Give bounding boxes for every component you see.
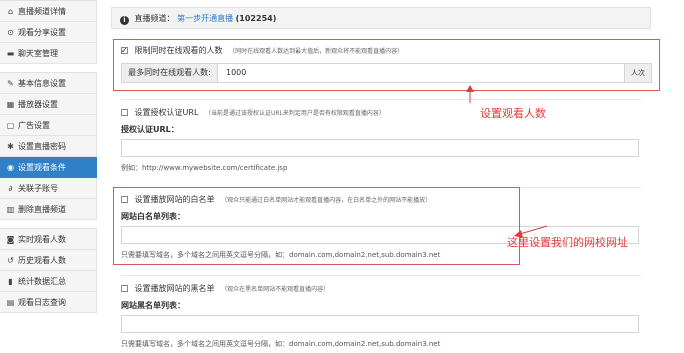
pencil-icon: ✎ <box>7 79 14 88</box>
header-prefix: 直播频道： <box>134 14 175 23</box>
auth-url-hint: （当前是通过该授权认证URL来判定用户是否有权限观看直播内容） <box>204 110 385 117</box>
divider <box>121 275 641 276</box>
annotation-viewers: 设置观看人数 <box>480 107 546 120</box>
sidebar-item-label: 观看分享设置 <box>18 28 66 37</box>
sidebar-item[interactable]: ▢ 广告设置 <box>0 115 97 136</box>
sidebar-item-label: 删除直播频道 <box>18 205 66 214</box>
sidebar-group-stats: ◙ 实时观看人数 ↺ 历史观看人数 ▮ 统计数据汇总 ▤ 观看日志查询 <box>0 228 97 313</box>
sidebar-item-label: 观看日志查询 <box>18 298 66 307</box>
sidebar-item-label: 设置直播密码 <box>18 142 66 151</box>
sidebar-item-label: 基本信息设置 <box>18 79 66 88</box>
realtime-icon: ◙ <box>6 235 15 244</box>
trash-icon: ▥ <box>6 205 15 214</box>
channel-id: (102254) <box>235 14 277 23</box>
ad-icon: ▢ <box>6 121 15 130</box>
chat-icon: ▬ <box>6 49 15 58</box>
channel-link[interactable]: 第一步开通直播 <box>177 14 233 23</box>
sidebar-item-label: 统计数据汇总 <box>18 277 66 286</box>
share-icon: ⊙ <box>7 28 14 37</box>
sidebar-item[interactable]: ◙ 实时观看人数 <box>0 229 97 250</box>
sidebar-item[interactable]: ✎ 基本信息设置 <box>0 73 97 94</box>
blacklist-field-label: 网站黑名单列表： <box>121 301 185 310</box>
blacklist-hint: （观众在黑名单网站不能观看直播内容） <box>221 286 330 293</box>
sidebar-group-settings: ✎ 基本信息设置 ▦ 播放器设置 ▢ 广告设置 ✱ 设置直播密码 ◉ 设置观看条件 ∂ 关联子账号 ▥ 删… <box>0 72 97 220</box>
blacklist-input[interactable] <box>121 315 639 333</box>
sidebar-item[interactable]: ◉ 设置观看条件 <box>0 157 97 178</box>
sidebar-item[interactable]: ▤ 观看日志查询 <box>0 292 97 313</box>
sidebar-item[interactable]: ⊙ 观看分享设置 <box>0 22 97 43</box>
sidebar-item[interactable]: ▬ 聊天室管理 <box>0 43 97 64</box>
sidebar-item-label: 广告设置 <box>18 121 50 130</box>
gear-icon: ✱ <box>7 142 14 151</box>
sidebar-item[interactable]: ✱ 设置直播密码 <box>0 136 97 157</box>
auth-url-field-label: 授权认证URL： <box>121 125 179 134</box>
divider <box>121 99 641 100</box>
sidebar-item-label: 聊天室管理 <box>18 49 58 58</box>
eye-icon: ◉ <box>7 163 14 172</box>
sidebar-item[interactable]: ∂ 关联子账号 <box>0 178 97 199</box>
home-icon: ⌂ <box>7 7 14 16</box>
sidebar-item-label: 设置观看条件 <box>18 163 66 172</box>
link-icon: ∂ <box>8 184 13 193</box>
blacklist-section: 设置播放网站的黑名单 （观众在黑名单网站不能观看直播内容） 网站黑名单列表： 只… <box>121 283 641 349</box>
sidebar: ⌂ 直播频道详情 ⊙ 观看分享设置 ▬ 聊天室管理 ✎ 基本信息设置 ▦ 播放器设置 ▢ 广告设置 ✱… <box>0 0 97 353</box>
annotation-whitelist: 这里设置我们的网校网址 <box>507 236 628 249</box>
sidebar-item-label: 实时观看人数 <box>18 235 66 244</box>
auth-url-label: 设置授权认证URL <box>134 108 199 117</box>
sidebar-item[interactable]: ▥ 删除直播频道 <box>0 199 97 220</box>
log-icon: ▤ <box>6 298 15 307</box>
stats-icon: ▮ <box>8 277 13 286</box>
sidebar-item-label: 历史观看人数 <box>18 256 66 265</box>
auth-url-example: 例如：http://www.mywebsite.com/certificate.… <box>121 164 288 172</box>
sidebar-item-label: 关联子账号 <box>18 184 58 193</box>
annotation-box-whitelist <box>113 187 520 265</box>
auth-url-input[interactable] <box>121 139 639 157</box>
sidebar-item-label: 播放器设置 <box>18 100 58 109</box>
auth-url-section: 设置授权认证URL （当前是通过该授权认证URL来判定用户是否有权限观看直播内容… <box>121 107 641 173</box>
player-icon: ▦ <box>6 100 15 109</box>
history-icon: ↺ <box>7 256 14 265</box>
sidebar-item[interactable]: ▦ 播放器设置 <box>0 94 97 115</box>
sidebar-item[interactable]: ⌂ 直播频道详情 <box>0 1 97 22</box>
auth-url-checkbox[interactable] <box>121 109 128 116</box>
info-icon: i <box>120 16 129 25</box>
sidebar-group-channel: ⌂ 直播频道详情 ⊙ 观看分享设置 ▬ 聊天室管理 <box>0 0 97 64</box>
blacklist-label: 设置播放网站的黑名单 <box>134 284 215 293</box>
annotation-box-viewers <box>113 39 660 91</box>
page-header: i 直播频道： 第一步开通直播 (102254) <box>111 7 651 29</box>
sidebar-item[interactable]: ↺ 历史观看人数 <box>0 250 97 271</box>
blacklist-help: 只需要填写域名，多个域名之间用英文逗号分隔，如：domain.com,domai… <box>121 340 441 348</box>
blacklist-checkbox[interactable] <box>121 285 128 292</box>
sidebar-item-label: 直播频道详情 <box>18 7 66 16</box>
sidebar-item[interactable]: ▮ 统计数据汇总 <box>0 271 97 292</box>
